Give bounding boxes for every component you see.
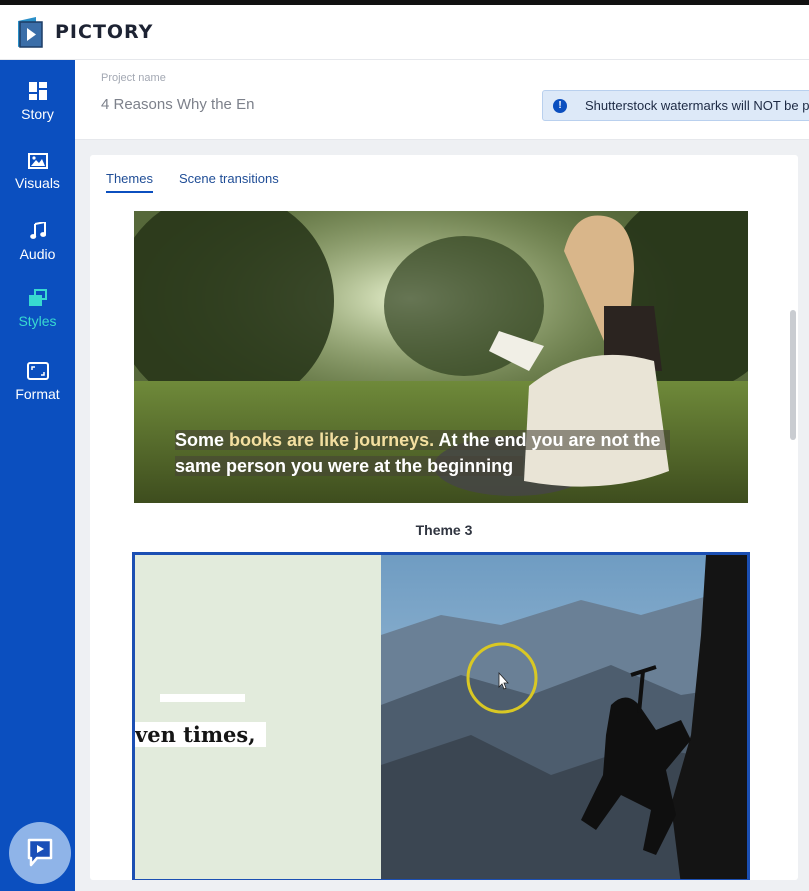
placeholder-bar [160, 694, 245, 702]
sidebar-item-label: Audio [19, 246, 56, 262]
brand-name: PICTORY [55, 21, 154, 43]
styles-panel: Themes Scene transitions Some books are … [90, 155, 798, 880]
chat-icon [27, 838, 53, 867]
chat-support-button[interactable] [9, 822, 71, 884]
theme-preview-card-selected[interactable]: ven times, [132, 552, 750, 880]
dashboard-icon [28, 82, 47, 100]
sidebar-item-story[interactable]: Story [0, 82, 75, 144]
music-note-icon [29, 222, 46, 239]
theme-caption: Some books are like journeys. At the end… [175, 427, 685, 479]
scrollbar-thumb[interactable] [790, 310, 796, 440]
sidebar-item-label: Styles [18, 313, 57, 329]
theme-name: Theme 3 [415, 522, 473, 538]
theme-preview-card[interactable]: Some books are like journeys. At the end… [134, 211, 748, 503]
tab-themes[interactable]: Themes [106, 155, 153, 195]
sidebar-item-format[interactable]: Format [0, 362, 75, 424]
project-name-field[interactable]: 4 Reasons Why the En [101, 96, 254, 113]
sidebar-item-label: Story [21, 106, 54, 122]
info-icon: ! [553, 98, 567, 113]
styles-icon [28, 289, 47, 306]
mountain-climber-image [381, 555, 747, 879]
watermark-notice-text: Shutterstock watermarks will NOT be pr [585, 98, 809, 113]
sidebar: Story Visuals Audio Styles Format [0, 60, 75, 891]
format-icon [26, 362, 49, 380]
theme-caption: ven times, [135, 722, 266, 747]
sidebar-item-visuals[interactable]: Visuals [0, 153, 75, 215]
pictory-logo-icon [14, 15, 46, 49]
sidebar-item-label: Format [15, 386, 60, 402]
project-bar: Project name 4 Reasons Why the En ! Shut… [75, 60, 809, 140]
styles-tabs: Themes Scene transitions [106, 155, 305, 195]
sidebar-item-label: Visuals [15, 175, 60, 191]
project-name-label: Project name [101, 72, 166, 84]
sidebar-item-audio[interactable]: Audio [0, 222, 75, 284]
watermark-notice: ! Shutterstock watermarks will NOT be pr [542, 90, 809, 121]
theme-text-panel [135, 555, 381, 879]
sidebar-item-styles[interactable]: Styles [0, 289, 75, 351]
app-header: PICTORY [0, 5, 809, 60]
image-icon [27, 153, 48, 169]
tab-scene-transitions[interactable]: Scene transitions [179, 155, 279, 195]
